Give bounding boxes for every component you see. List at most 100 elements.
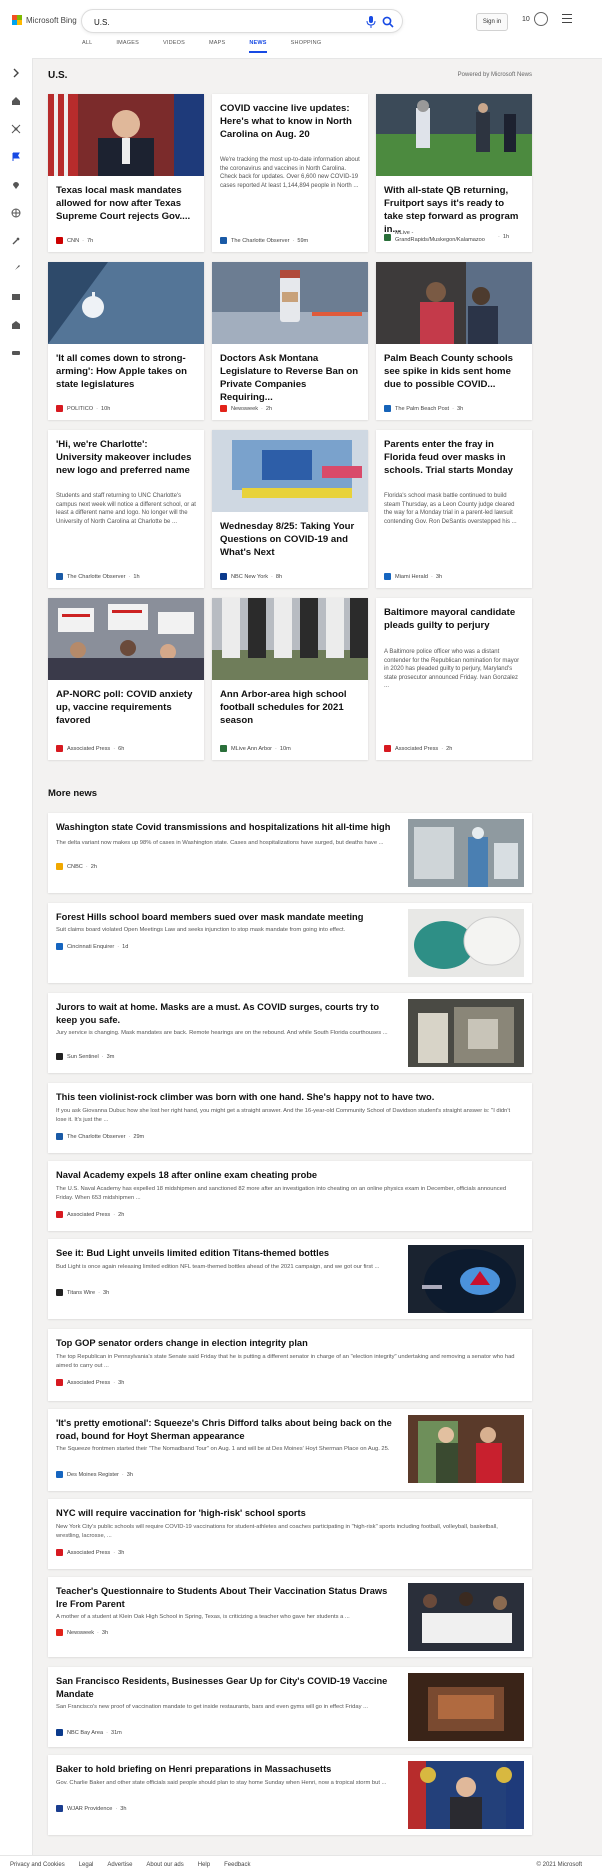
footer-link-feedback[interactable]: Feedback bbox=[224, 1862, 250, 1868]
more-news-title[interactable]: See it: Bud Light unveils limited editio… bbox=[56, 1247, 396, 1260]
footer-link-privacy[interactable]: Privacy and Cookies bbox=[10, 1862, 65, 1868]
location-icon[interactable] bbox=[11, 180, 21, 190]
tab-videos[interactable]: VIDEOS bbox=[163, 40, 185, 53]
more-news-title[interactable]: This teen violinist-rock climber was bor… bbox=[56, 1091, 516, 1104]
film-icon[interactable] bbox=[11, 292, 21, 302]
footer-link-help[interactable]: Help bbox=[198, 1862, 210, 1868]
flag-icon[interactable] bbox=[11, 152, 21, 162]
powered-by-label[interactable]: Powered by Microsoft News bbox=[458, 72, 532, 78]
search-input[interactable] bbox=[92, 13, 346, 31]
expand-icon[interactable] bbox=[11, 68, 21, 78]
science-icon[interactable] bbox=[11, 124, 21, 134]
source-logo-icon bbox=[384, 745, 391, 752]
news-card-title[interactable]: 'It all comes down to strong-arming': Ho… bbox=[56, 352, 196, 391]
news-card-title[interactable]: Palm Beach County schools see spike in k… bbox=[384, 352, 524, 391]
footer-link-legal[interactable]: Legal bbox=[79, 1862, 94, 1868]
news-card-title[interactable]: 'Hi, we're Charlotte': University makeov… bbox=[56, 438, 196, 477]
news-source: MLive - GrandRapids/Muskegon/Kalamazoo · 1… bbox=[384, 230, 519, 244]
footer-link-about-ads[interactable]: About our ads bbox=[146, 1862, 183, 1868]
tab-shopping[interactable]: SHOPPING bbox=[291, 40, 322, 53]
news-thumbnail bbox=[408, 909, 524, 977]
more-news-title[interactable]: Jurors to wait at home. Masks are a must… bbox=[56, 1001, 396, 1026]
more-news-item[interactable]: Top GOP senator orders change in electio… bbox=[48, 1329, 532, 1401]
news-card-title[interactable]: Ann Arbor-area high school football sche… bbox=[220, 688, 360, 727]
more-news-item[interactable]: 'It's pretty emotional': Squeeze's Chris… bbox=[48, 1409, 532, 1491]
news-thumbnail bbox=[212, 598, 368, 680]
sign-in-button[interactable]: Sign in bbox=[476, 13, 508, 31]
home-icon[interactable] bbox=[11, 96, 21, 106]
more-news-title[interactable]: Washington state Covid transmissions and… bbox=[56, 821, 396, 834]
more-news-title[interactable]: NYC will require vaccination for 'high-r… bbox=[56, 1507, 516, 1520]
tools-icon[interactable] bbox=[11, 236, 21, 246]
source-logo-icon bbox=[56, 1629, 63, 1636]
rewards-count[interactable]: 10 bbox=[522, 16, 530, 23]
more-news-item[interactable]: Teacher's Questionnaire to Students Abou… bbox=[48, 1577, 532, 1657]
news-card-title[interactable]: Doctors Ask Montana Legislature to Rever… bbox=[220, 352, 360, 404]
news-card-title[interactable]: AP-NORC poll: COVID anxiety up, vaccine … bbox=[56, 688, 196, 727]
building-icon[interactable] bbox=[11, 320, 21, 330]
news-source: Newsweek · 2h bbox=[220, 405, 272, 412]
news-source: MLive Ann Arbor · 10m bbox=[220, 745, 291, 752]
car-icon[interactable] bbox=[11, 348, 21, 358]
news-card[interactable]: AP-NORC poll: COVID anxiety up, vaccine … bbox=[48, 598, 204, 760]
bing-logo[interactable]: Microsoft Bing bbox=[12, 15, 77, 25]
news-card-title[interactable]: COVID vaccine live updates: Here's what … bbox=[220, 102, 360, 141]
more-news-title[interactable]: Top GOP senator orders change in electio… bbox=[56, 1337, 516, 1350]
more-news-snippet: San Francisco's new proof of vaccination… bbox=[56, 1704, 368, 1710]
rewards-trophy-icon[interactable] bbox=[534, 12, 548, 26]
source-logo-icon bbox=[56, 405, 63, 412]
source-logo-icon bbox=[56, 943, 63, 950]
hamburger-menu-icon[interactable] bbox=[562, 14, 572, 23]
more-news-title[interactable]: Forest Hills school board members sued o… bbox=[56, 911, 396, 924]
source-logo-icon bbox=[56, 1133, 63, 1140]
news-card[interactable]: Ann Arbor-area high school football sche… bbox=[212, 598, 368, 760]
news-card[interactable]: Baltimore mayoral candidate pleads guilt… bbox=[376, 598, 532, 760]
news-card[interactable]: Parents enter the fray in Florida feud o… bbox=[376, 430, 532, 588]
news-card-title[interactable]: Baltimore mayoral candidate pleads guilt… bbox=[384, 606, 524, 632]
tab-all[interactable]: ALL bbox=[82, 40, 92, 53]
more-news-title[interactable]: Naval Academy expels 18 after online exa… bbox=[56, 1169, 516, 1182]
news-source: POLITICO · 10h bbox=[56, 405, 110, 412]
news-card-title[interactable]: With all-state QB returning, Fruitport s… bbox=[384, 184, 524, 236]
news-card[interactable]: With all-state QB returning, Fruitport s… bbox=[376, 94, 532, 252]
footer-link-advertise[interactable]: Advertise bbox=[107, 1862, 132, 1868]
more-news-title[interactable]: Baker to hold briefing on Henri preparat… bbox=[56, 1763, 396, 1776]
more-news-snippet: A mother of a student at Klein Oak High … bbox=[56, 1614, 350, 1620]
more-news-item[interactable]: Jurors to wait at home. Masks are a must… bbox=[48, 993, 532, 1073]
source-logo-icon bbox=[384, 573, 391, 580]
more-news-title[interactable]: Teacher's Questionnaire to Students Abou… bbox=[56, 1585, 396, 1610]
rocket-icon[interactable] bbox=[11, 264, 21, 274]
more-news-item[interactable]: San Francisco Residents, Businesses Gear… bbox=[48, 1667, 532, 1747]
news-card-title[interactable]: Texas local mask mandates allowed for no… bbox=[56, 184, 196, 223]
globe-icon[interactable] bbox=[11, 208, 21, 218]
news-card[interactable]: Doctors Ask Montana Legislature to Rever… bbox=[212, 262, 368, 420]
news-card-title[interactable]: Wednesday 8/25: Taking Your Questions on… bbox=[220, 520, 360, 559]
more-news-item[interactable]: Naval Academy expels 18 after online exa… bbox=[48, 1161, 532, 1231]
news-card[interactable]: Palm Beach County schools see spike in k… bbox=[376, 262, 532, 420]
more-news-item[interactable]: See it: Bud Light unveils limited editio… bbox=[48, 1239, 532, 1319]
news-source: Associated Press · 3h bbox=[56, 1549, 124, 1556]
more-news-title[interactable]: San Francisco Residents, Businesses Gear… bbox=[56, 1675, 396, 1700]
news-card[interactable]: COVID vaccine live updates: Here's what … bbox=[212, 94, 368, 252]
source-logo-icon bbox=[56, 1729, 63, 1736]
more-news-title[interactable]: 'It's pretty emotional': Squeeze's Chris… bbox=[56, 1417, 396, 1442]
news-card-title[interactable]: Parents enter the fray in Florida feud o… bbox=[384, 438, 524, 477]
tab-news[interactable]: NEWS bbox=[249, 40, 267, 53]
page-title: U.S. bbox=[48, 70, 68, 81]
news-source: The Charlotte Observer · 1h bbox=[56, 573, 140, 580]
news-thumbnail bbox=[408, 1583, 524, 1651]
tab-images[interactable]: IMAGES bbox=[116, 40, 139, 53]
more-news-snippet: If you ask Giovanna Dubuc how she lost h… bbox=[56, 1108, 511, 1123]
more-news-item[interactable]: NYC will require vaccination for 'high-r… bbox=[48, 1499, 532, 1569]
microphone-icon[interactable] bbox=[366, 15, 376, 28]
news-card[interactable]: Texas local mask mandates allowed for no… bbox=[48, 94, 204, 252]
news-card[interactable]: 'It all comes down to strong-arming': Ho… bbox=[48, 262, 204, 420]
more-news-item[interactable]: Baker to hold briefing on Henri preparat… bbox=[48, 1755, 532, 1835]
more-news-item[interactable]: Forest Hills school board members sued o… bbox=[48, 903, 532, 983]
news-card[interactable]: Wednesday 8/25: Taking Your Questions on… bbox=[212, 430, 368, 588]
news-card[interactable]: 'Hi, we're Charlotte': University makeov… bbox=[48, 430, 204, 588]
more-news-item[interactable]: Washington state Covid transmissions and… bbox=[48, 813, 532, 893]
more-news-item[interactable]: This teen violinist-rock climber was bor… bbox=[48, 1083, 532, 1153]
tab-maps[interactable]: MAPS bbox=[209, 40, 225, 53]
search-icon[interactable] bbox=[382, 15, 394, 28]
